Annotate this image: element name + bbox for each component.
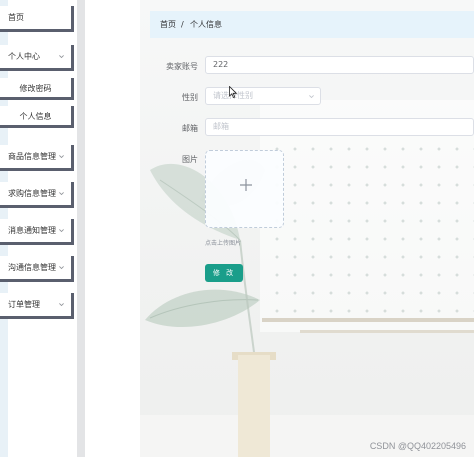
breadcrumb-current: 个人信息 — [190, 20, 222, 29]
seller-account-value: 222 — [213, 60, 229, 69]
image-label: 图片 — [182, 155, 198, 164]
sidebar-item-message-notice[interactable]: 消息通知管理 — [0, 219, 74, 245]
chevron-down-icon — [59, 303, 64, 307]
sidebar-item-label: 修改密码 — [19, 84, 52, 93]
sidebar-item-label: 个人中心 — [8, 52, 40, 61]
gender-select[interactable]: 请选择性别 — [205, 87, 321, 105]
breadcrumb-home[interactable]: 首页 — [160, 11, 176, 38]
sidebar-item-personal-center[interactable]: 个人中心 — [0, 45, 74, 71]
gender-label: 性别 — [182, 93, 198, 102]
chevron-down-icon — [59, 192, 64, 196]
sidebar-item-change-password[interactable]: 修改密码 — [0, 78, 74, 100]
sidebar-item-label: 订单管理 — [8, 300, 40, 309]
email-label: 邮箱 — [182, 124, 198, 133]
sidebar: 首页 个人中心 修改密码 个人信息 商品信息管理 求购信息管理 消息通知管理 沟… — [0, 0, 80, 457]
background-shelf — [262, 318, 474, 322]
email-input[interactable]: 邮箱 — [205, 118, 474, 136]
sidebar-item-label: 消息通知管理 — [8, 226, 56, 235]
watermark: CSDN @QQ402205496 — [369, 441, 466, 451]
background-vase — [238, 355, 270, 457]
sidebar-item-label: 商品信息管理 — [8, 152, 56, 161]
background-shelf — [300, 330, 474, 333]
seller-account-input[interactable]: 222 — [205, 56, 474, 74]
breadcrumb: 首页 / 个人信息 — [150, 11, 474, 38]
breadcrumb-separator: / — [181, 20, 184, 29]
background-dot-pattern — [268, 140, 474, 320]
chevron-down-icon — [59, 266, 64, 270]
email-placeholder: 邮箱 — [213, 122, 229, 131]
chevron-down-icon — [59, 155, 64, 159]
edit-button[interactable]: 修 改 — [205, 264, 243, 282]
sidebar-item-product-info[interactable]: 商品信息管理 — [0, 145, 74, 171]
sidebar-item-label: 沟通信息管理 — [8, 263, 56, 272]
seller-account-label: 卖家账号 — [166, 62, 198, 71]
sidebar-item-communication-info[interactable]: 沟通信息管理 — [0, 256, 74, 282]
chevron-down-icon — [59, 229, 64, 233]
sidebar-item-home[interactable]: 首页 — [0, 6, 74, 32]
sidebar-item-label: 个人信息 — [19, 112, 52, 121]
sidebar-item-personal-info[interactable]: 个人信息 — [0, 106, 74, 128]
cursor-icon — [229, 86, 237, 98]
image-upload-box[interactable] — [205, 150, 284, 228]
chevron-down-icon — [309, 95, 314, 99]
chevron-down-icon — [59, 55, 64, 59]
sidebar-item-purchase-info[interactable]: 求购信息管理 — [0, 182, 74, 208]
page: 首页 个人中心 修改密码 个人信息 商品信息管理 求购信息管理 消息通知管理 沟… — [0, 0, 474, 457]
upload-tip: 点击上传图片 — [205, 240, 242, 247]
plus-icon — [240, 179, 252, 191]
sidebar-item-order[interactable]: 订单管理 — [0, 293, 74, 319]
sidebar-item-label: 求购信息管理 — [8, 189, 56, 198]
sidebar-item-label: 首页 — [8, 13, 24, 22]
sidebar-scrollbar[interactable] — [77, 0, 85, 457]
